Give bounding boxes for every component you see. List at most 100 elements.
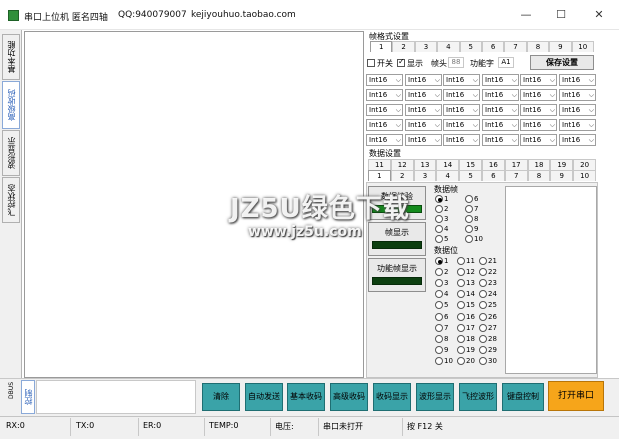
data-settings-tab[interactable]: 8 — [527, 170, 551, 181]
data-settings-tab[interactable]: 16 — [481, 159, 505, 170]
bit-radio[interactable]: 6 — [435, 312, 448, 321]
switch-checkbox[interactable] — [367, 58, 375, 67]
send-textarea[interactable] — [36, 380, 196, 414]
data-type-select[interactable]: Int16 ⌵ — [520, 134, 557, 146]
frame-format-tab[interactable]: 5 — [459, 41, 482, 52]
frame-format-tab[interactable]: 9 — [549, 41, 572, 52]
data-settings-tab[interactable]: 7 — [504, 170, 528, 181]
data-settings-tab[interactable]: 1 — [368, 170, 391, 181]
func-frame-display-button[interactable]: 功能帧显示 — [368, 258, 426, 292]
close-button[interactable]: ✕ — [590, 8, 608, 22]
data-settings-tab[interactable]: 18 — [527, 159, 551, 170]
data-type-select[interactable]: Int16 ⌵ — [443, 134, 480, 146]
func-input[interactable]: A1 — [498, 57, 514, 68]
display-checkbox[interactable]: ✓ — [397, 57, 405, 67]
data-list-box[interactable] — [505, 186, 597, 374]
frame-display-button[interactable]: 帧显示 — [368, 222, 426, 256]
data-type-select[interactable]: Int16 ⌵ — [405, 119, 442, 131]
auto-send-button[interactable]: 自动发送 — [245, 383, 283, 411]
bit-radio[interactable]: 25 — [479, 301, 497, 310]
minimize-button[interactable]: — — [517, 8, 535, 22]
data-settings-tab[interactable]: 2 — [390, 170, 414, 181]
data-type-select[interactable]: Int16 ⌵ — [405, 89, 442, 101]
data-type-select[interactable]: Int16 ⌵ — [366, 89, 403, 101]
data-type-select[interactable]: Int16 ⌵ — [559, 104, 596, 116]
data-type-select[interactable]: Int16 ⌵ — [559, 134, 596, 146]
tab-flight-status[interactable]: 飞控状态 — [2, 177, 20, 223]
channel-radio[interactable]: 7 — [465, 204, 478, 213]
bit-radio[interactable]: 24 — [479, 290, 497, 299]
data-settings-tab[interactable]: 15 — [459, 159, 482, 170]
data-settings-tab[interactable]: 17 — [504, 159, 528, 170]
bit-radio[interactable]: 29 — [479, 346, 497, 355]
bit-radio[interactable]: 5 — [435, 301, 448, 310]
bit-radio[interactable]: 15 — [457, 301, 475, 310]
bit-radio[interactable]: 8 — [435, 334, 448, 343]
channel-radio[interactable]: 8 — [465, 214, 478, 223]
key-control-button[interactable]: 键盘控制 — [502, 383, 544, 411]
data-type-select[interactable]: Int16 ⌵ — [520, 74, 557, 86]
data-settings-tab[interactable]: 11 — [368, 159, 391, 170]
save-settings-button[interactable]: 保存设置 — [530, 55, 594, 70]
data-type-select[interactable]: Int16 ⌵ — [405, 104, 442, 116]
data-type-select[interactable]: Int16 ⌵ — [366, 104, 403, 116]
data-settings-tab[interactable]: 9 — [550, 170, 574, 181]
data-type-select[interactable]: Int16 ⌵ — [520, 89, 557, 101]
advanced-recv-button[interactable]: 高级收码 — [330, 383, 368, 411]
fc-waveform-button[interactable]: 飞控波形 — [459, 383, 497, 411]
data-settings-tab[interactable]: 4 — [436, 170, 460, 181]
bit-radio[interactable]: 23 — [479, 278, 497, 287]
frame-format-tab[interactable]: 8 — [526, 41, 550, 52]
data-settings-tab[interactable]: 14 — [436, 159, 460, 170]
bit-radio[interactable]: 22 — [479, 267, 497, 276]
data-type-select[interactable]: Int16 ⌵ — [482, 89, 519, 101]
bit-radio[interactable]: 10 — [435, 357, 453, 366]
frame-format-tab[interactable]: 1 — [370, 41, 393, 52]
bit-radio[interactable]: 4 — [435, 290, 448, 299]
bit-radio[interactable]: 21 — [479, 256, 497, 265]
data-type-select[interactable]: Int16 ⌵ — [482, 134, 519, 146]
channel-radio[interactable]: 1 — [435, 194, 448, 203]
frame-format-tab[interactable]: 4 — [437, 41, 460, 52]
frame-format-tab[interactable]: 10 — [571, 41, 594, 52]
channel-radio[interactable]: 10 — [465, 234, 483, 243]
data-type-select[interactable]: Int16 ⌵ — [520, 104, 557, 116]
data-settings-tab[interactable]: 19 — [550, 159, 574, 170]
data-type-select[interactable]: Int16 ⌵ — [405, 134, 442, 146]
bit-radio[interactable]: 13 — [457, 278, 475, 287]
bit-radio[interactable]: 26 — [479, 312, 497, 321]
frame-format-tab[interactable]: 6 — [481, 41, 505, 52]
data-settings-tab[interactable]: 5 — [459, 170, 482, 181]
bit-radio[interactable]: 19 — [457, 346, 475, 355]
clear-button[interactable]: 清除 — [202, 383, 240, 411]
bit-radio[interactable]: 11 — [457, 256, 475, 265]
channel-radio[interactable]: 6 — [465, 194, 478, 203]
frame-format-tab[interactable]: 7 — [504, 41, 527, 52]
data-type-select[interactable]: Int16 ⌵ — [520, 119, 557, 131]
recv-display-button[interactable]: 收码显示 — [373, 383, 411, 411]
channel-radio[interactable]: 4 — [435, 224, 448, 233]
data-type-select[interactable]: Int16 ⌵ — [366, 119, 403, 131]
bit-radio[interactable]: 16 — [457, 312, 475, 321]
data-type-select[interactable]: Int16 ⌵ — [559, 119, 596, 131]
data-settings-tab[interactable]: 3 — [413, 170, 437, 181]
data-type-select[interactable]: Int16 ⌵ — [559, 89, 596, 101]
bit-radio[interactable]: 20 — [457, 357, 475, 366]
bit-radio[interactable]: 17 — [457, 323, 475, 332]
data-type-select[interactable]: Int16 ⌵ — [559, 74, 596, 86]
data-type-select[interactable]: Int16 ⌵ — [366, 134, 403, 146]
header-input[interactable]: 88 — [448, 57, 464, 68]
tab-control[interactable]: 控制 — [21, 380, 35, 414]
bit-radio[interactable]: 18 — [457, 334, 475, 343]
data-type-select[interactable]: Int16 ⌵ — [405, 74, 442, 86]
bit-radio[interactable]: 28 — [479, 334, 497, 343]
data-type-select[interactable]: Int16 ⌵ — [482, 104, 519, 116]
data-type-select[interactable]: Int16 ⌵ — [366, 74, 403, 86]
channel-radio[interactable]: 5 — [435, 234, 448, 243]
maximize-button[interactable]: ☐ — [552, 8, 570, 22]
data-type-select[interactable]: Int16 ⌵ — [443, 74, 480, 86]
data-type-select[interactable]: Int16 ⌵ — [482, 74, 519, 86]
bit-radio[interactable]: 14 — [457, 290, 475, 299]
data-settings-tab[interactable]: 20 — [573, 159, 596, 170]
tab-advanced-recv[interactable]: 高级收码 — [2, 81, 20, 129]
